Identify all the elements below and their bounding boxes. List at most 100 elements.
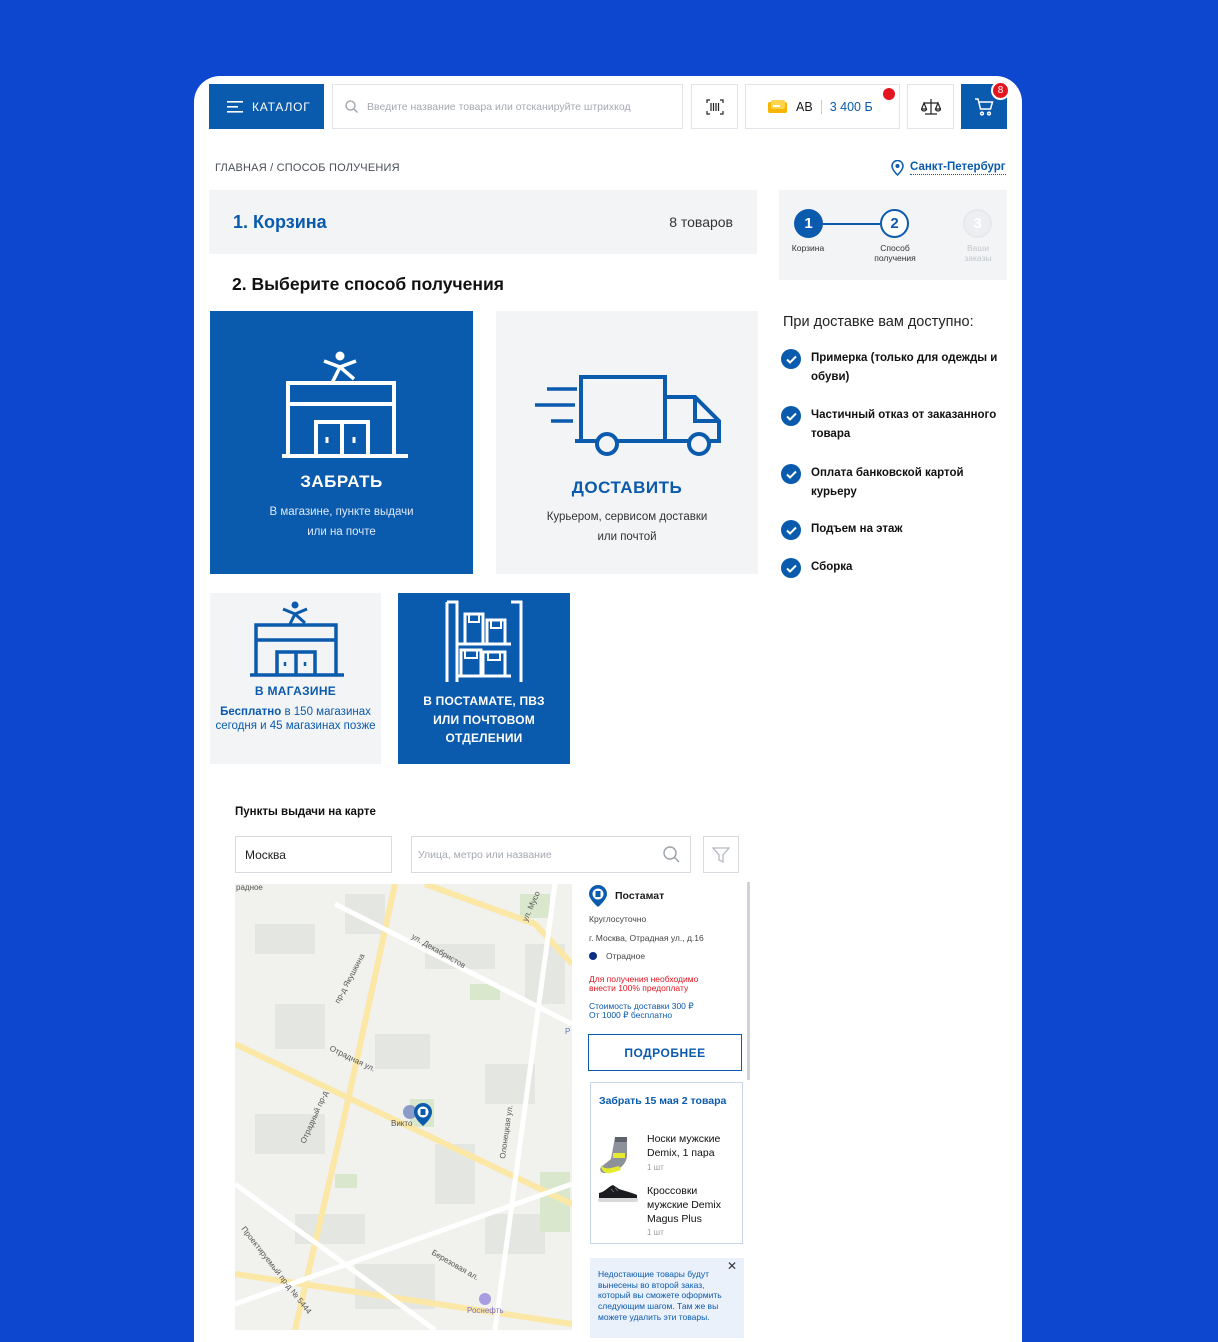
map[interactable]: ул. Декабристов пр-д Якушкина Отрадная у… [235,884,572,1330]
step-3-circle: 3 [963,209,992,238]
item-2-qty: 1 шт [647,1228,664,1237]
cart-step[interactable]: 1. Корзина 8 товаров [209,190,757,254]
step-1-label: Корзина [791,243,825,253]
street-label: радное [236,884,263,892]
store-small-icon [249,601,344,677]
catalog-button[interactable]: КАТАЛОГ [209,84,324,129]
bonus-card-icon [768,99,787,113]
check-icon [781,558,801,578]
barcode-button[interactable] [691,84,738,129]
split-order-note: Недостающие товары будут вынесены во вто… [590,1258,744,1338]
item-1-name-line-2: Demix, 1 пара [647,1147,715,1160]
bonus-prefix: АВ [796,99,813,114]
choose-method-title: 2. Выберите способ получения [232,274,504,294]
filter-icon [712,846,730,863]
cart-item-count: 8 товаров [669,214,733,230]
store-icon [281,351,408,458]
cart-icon [975,97,994,116]
benefit-item: Подъем на этаж [781,520,1006,540]
pickup-title: ЗАБРАТЬ [300,472,383,491]
prepay-line-2: внести 100% предоплату [589,983,689,994]
benefit-item: Оплата банковской картой курьеру [781,464,1006,502]
cart-count-badge: 8 [991,81,1010,100]
search-input[interactable]: Введите название товара или отсканируйте… [332,84,683,129]
in-store-option[interactable]: В МАГАЗИНЕ Бесплатно в 150 магазинах сег… [210,593,381,764]
poi-label: Роснефть [467,1306,504,1315]
benefit-text: Подъем на этаж [811,523,903,535]
socks-image [600,1137,627,1174]
bonus-value: 3 400 Б [829,99,873,114]
location-pin-icon [891,160,904,176]
check-icon [781,349,801,369]
compare-button[interactable] [907,84,954,129]
poi-label: Р [565,1027,570,1036]
delivery-subtitle-1: Курьером, сервисом доставки [546,511,708,523]
map-heading: Пункты выдачи на карте [235,806,376,818]
step-3-label: Ваши заказы [964,243,992,263]
shelves-icon [445,600,523,682]
city-name: Санкт-Петербург [910,161,1006,175]
item-2-name-line-2: мужские Demix [647,1199,721,1212]
details-button[interactable]: ПОДРОБНЕЕ [588,1034,742,1071]
city-selector[interactable]: Санкт-Петербург [891,160,1006,176]
street-search-input[interactable]: Улица, метро или название [411,836,691,873]
item-2-name-line-3: Magus Plus [647,1213,702,1226]
pickup-option[interactable]: ЗАБРАТЬ В магазине, пункте выдачи или на … [210,311,473,574]
benefits-heading: При доставке вам доступно: [783,314,974,330]
benefit-text: Частичный отказ от заказанного товара [811,409,997,440]
step-1-circle[interactable]: 1 [794,209,823,238]
point-hours: Круглосуточно [589,914,647,924]
postamat-option[interactable]: В ПОСТАМАТЕ, ПВЗ ИЛИ ПОЧТОВОМ ОТДЕЛЕНИИ [398,593,570,764]
checkout-window: КАТАЛОГ Введите название товара или отск… [194,76,1022,1342]
city-input[interactable]: Москва [235,836,392,873]
delivery-cost: Стоимость доставки 300 ₽ От 1000 ₽ беспла… [589,1001,694,1021]
point-metro: Отрадное [589,951,645,961]
truck-icon [535,375,721,456]
search-icon [345,100,358,113]
item-2-name: Кроссовки мужские Demix Magus Plus [647,1184,721,1227]
breadcrumb[interactable]: ГЛАВНАЯ / СПОСОБ ПОЛУЧЕНИЯ [215,162,400,174]
street-placeholder: Улица, метро или название [418,848,552,861]
scales-icon [920,98,941,115]
in-store-availability: Бесплатно в 150 магазинах сегодня и 45 м… [210,705,381,734]
benefit-text: Примерка (только для одежды и обуви) [811,352,998,383]
close-icon[interactable]: ✕ [727,1259,737,1273]
bonus-balance[interactable]: АВ 3 400 Б [745,84,900,129]
scrollbar[interactable] [747,882,750,1080]
cost-line-2: От 1000 ₽ бесплатно [589,1010,673,1021]
point-type: Постамат [615,890,665,902]
barcode-icon [705,98,724,115]
pickup-subtitle-1: В магазине, пункте выдачи [269,506,414,518]
step-2-label: Способ получения [874,243,916,263]
checkout-progress: 1 2 3 Корзина Способ получения Ваши зака… [779,190,1007,280]
metro-dot [589,952,597,960]
pickup-subtitle-2: или на почте [307,525,376,538]
item-2-name-line-1: Кроссовки [647,1185,698,1197]
poi-label: Викто [391,1119,413,1128]
point-header: Постамат [588,884,664,908]
gas-station-icon[interactable] [479,1293,491,1305]
check-icon [781,520,801,540]
benefit-item: Примерка (только для одежды и обуви) [781,349,1006,387]
postamat-title-1: В ПОСТАМАТЕ, ПВЗ [423,694,545,708]
delivery-option[interactable]: ДОСТАВИТЬ Курьером, сервисом доставки или… [496,311,758,574]
prepay-notice: Для получения необходимо внести 100% пред… [589,974,698,994]
point-address: г. Москва, Отрадная ул., д.16 [589,933,704,943]
filter-button[interactable] [703,836,739,873]
menu-icon [227,100,243,113]
benefit-text: Оплата банковской картой курьеру [811,467,964,498]
catalog-label: КАТАЛОГ [252,99,311,114]
cart-step-title: 1. Корзина [233,211,327,232]
step-2-circle[interactable]: 2 [880,209,909,238]
benefit-item: Сборка [781,558,1006,578]
item-1-name-line-1: Носки мужские [647,1133,721,1145]
delivery-subtitle-2: или почтой [597,530,657,543]
search-icon[interactable] [663,846,680,863]
order-title: Забрать 15 мая 2 товара [599,1095,727,1107]
item-1-name: Носки мужские Demix, 1 пара [647,1132,720,1160]
postamat-title-2: ИЛИ ПОЧТОВОМ [433,712,535,727]
benefit-item: Частичный отказ от заказанного товара [781,406,1006,444]
bonus-divider [820,99,822,114]
map-canvas[interactable]: ул. Декабристов пр-д Якушкина Отрадная у… [235,884,572,1330]
benefit-text: Сборка [811,561,853,573]
